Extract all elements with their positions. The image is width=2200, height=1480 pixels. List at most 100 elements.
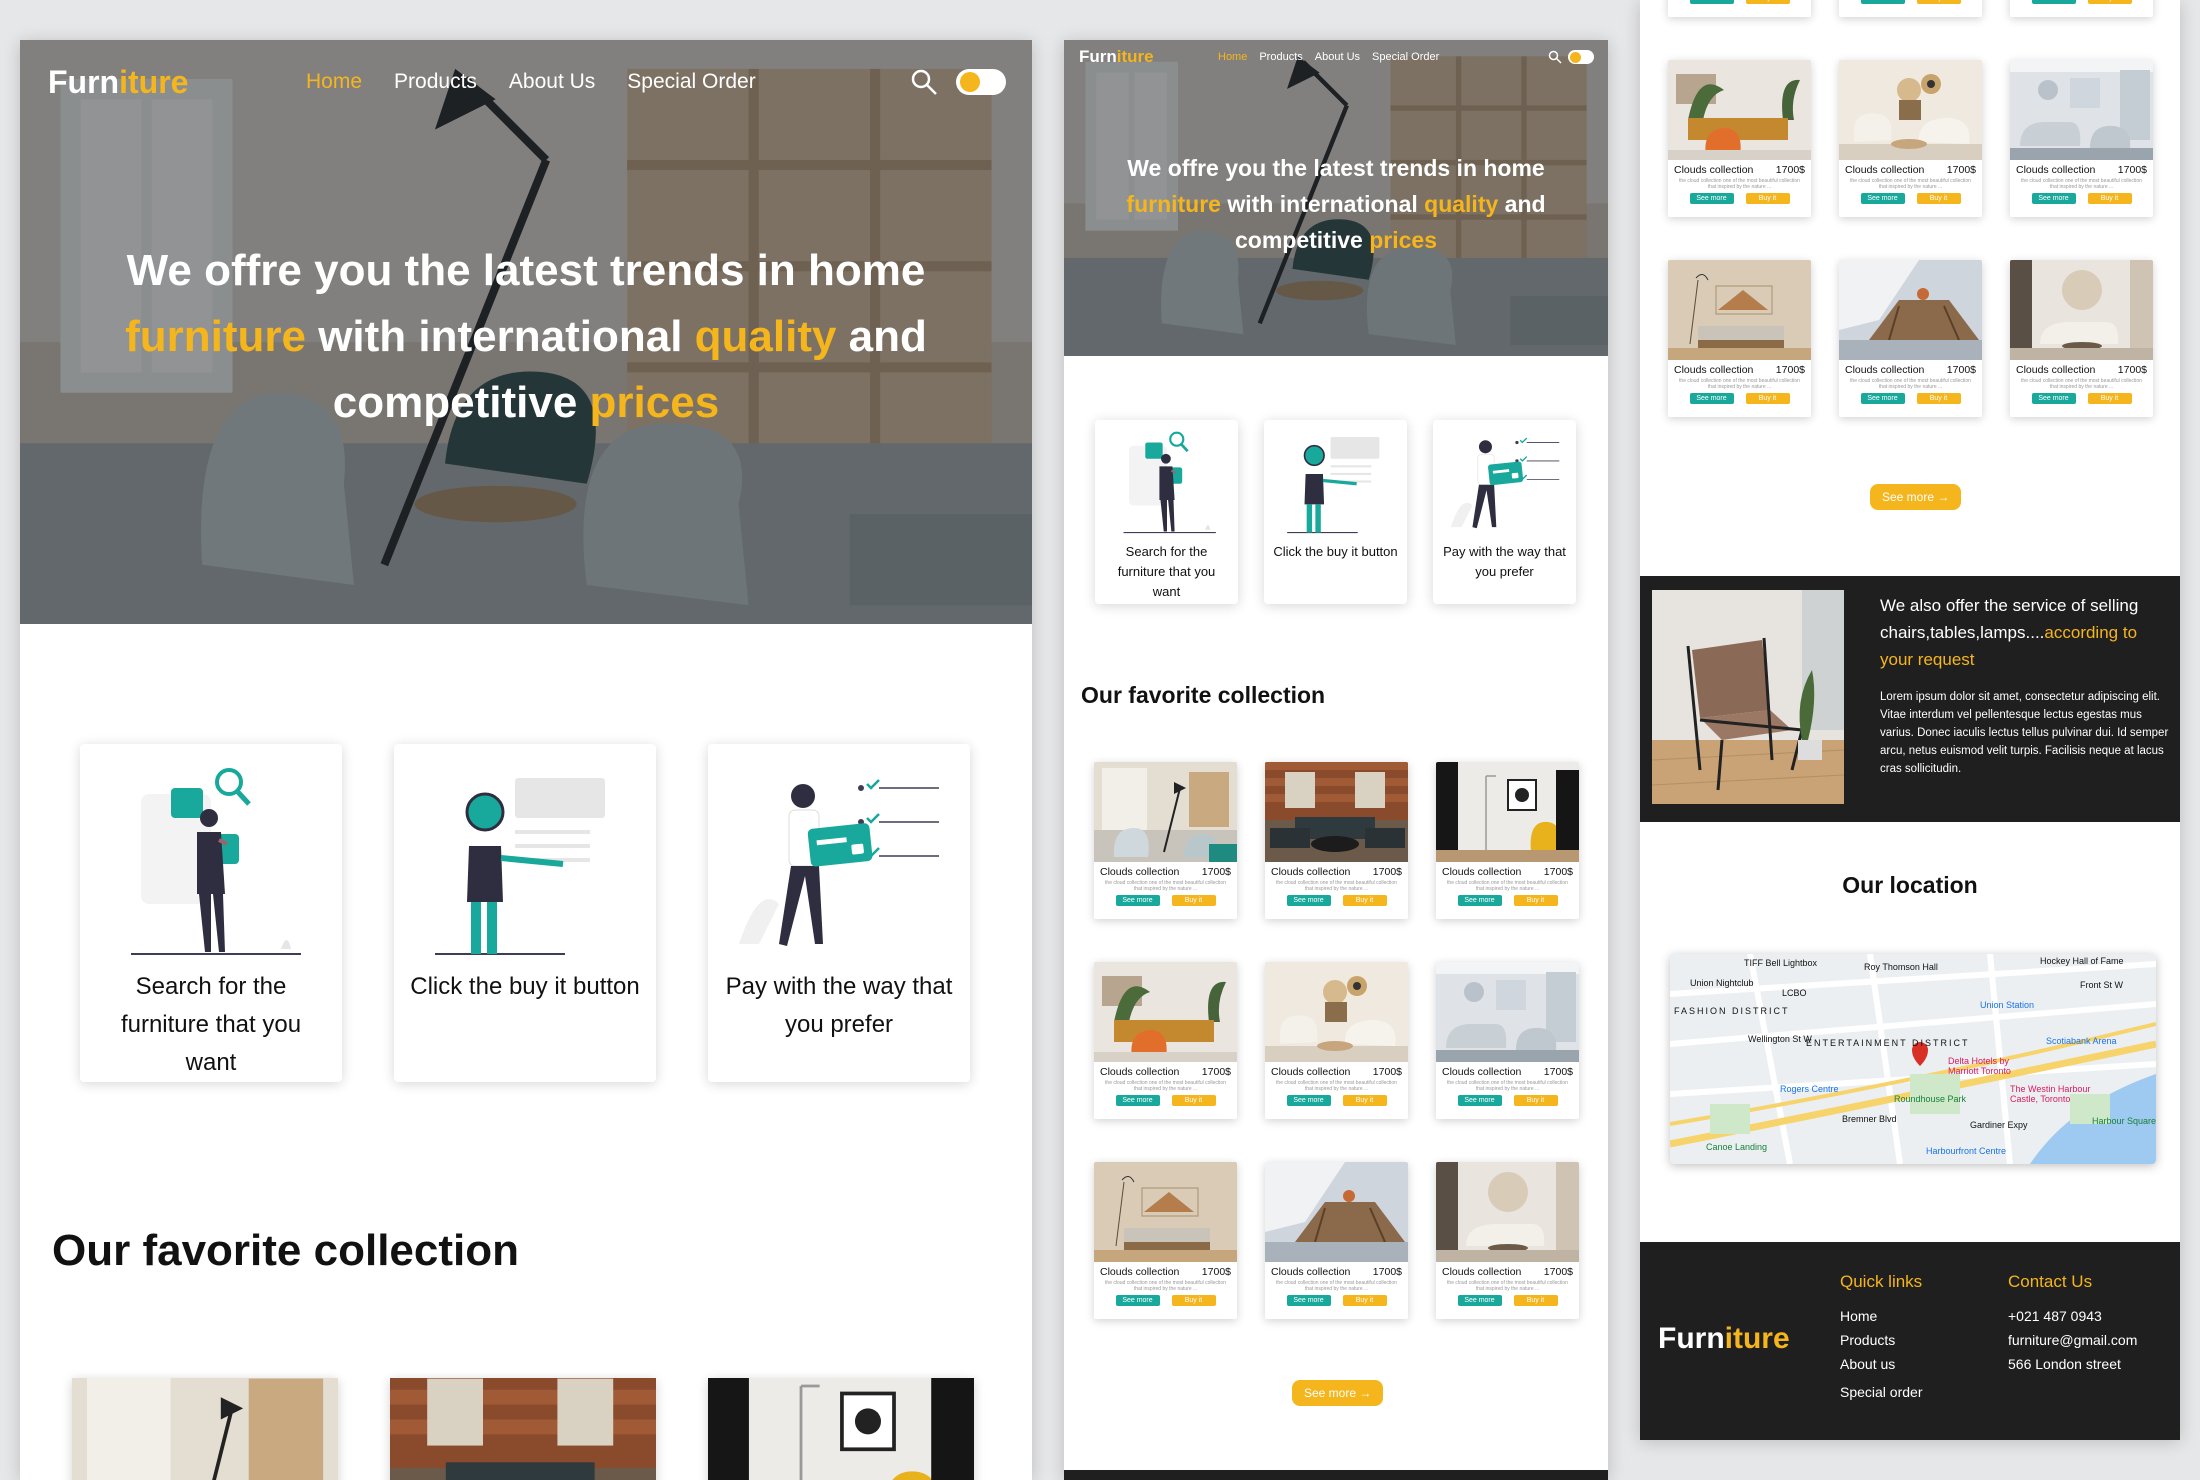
nav-home[interactable]: Home bbox=[1218, 51, 1247, 63]
see-more-button[interactable]: See more bbox=[2031, 193, 2076, 204]
product-card[interactable]: Clouds collection1700$the cloud collecti… bbox=[1094, 962, 1237, 1119]
product-image[interactable] bbox=[708, 1378, 974, 1480]
product-description: the cloud collection one of the most bea… bbox=[1105, 880, 1226, 891]
product-image[interactable] bbox=[1436, 762, 1579, 862]
theme-toggle[interactable] bbox=[1568, 50, 1594, 64]
product-image[interactable] bbox=[2010, 260, 2153, 360]
logo[interactable]: Furniture bbox=[48, 64, 188, 101]
product-card[interactable]: Clouds collection1700$the cloud collecti… bbox=[1094, 1162, 1237, 1319]
logo-text: Furn bbox=[1658, 1322, 1725, 1355]
product-image[interactable] bbox=[1839, 260, 1982, 360]
search-icon[interactable] bbox=[1548, 50, 1562, 64]
buy-it-button[interactable]: Buy it bbox=[1342, 1095, 1387, 1106]
buy-it-button[interactable]: Buy it bbox=[2087, 0, 2132, 4]
see-more-button[interactable]: See more bbox=[1286, 895, 1331, 906]
product-card[interactable]: Clouds collection1700$the cloud collecti… bbox=[1436, 962, 1579, 1119]
buy-it-button[interactable]: Buy it bbox=[1342, 895, 1387, 906]
nav-home[interactable]: Home bbox=[306, 70, 362, 94]
product-image[interactable] bbox=[1839, 60, 1982, 160]
see-more-button[interactable]: See more bbox=[1286, 1295, 1331, 1306]
buy-it-button[interactable]: Buy it bbox=[1513, 895, 1558, 906]
buy-it-button[interactable]: Buy it bbox=[1171, 1095, 1216, 1106]
product-price: 1700$ bbox=[1946, 364, 1976, 376]
buy-it-button[interactable]: Buy it bbox=[1916, 193, 1961, 204]
product-image[interactable] bbox=[1094, 962, 1237, 1062]
location-map[interactable]: TIFF Bell Lightbox Roy Thomson Hall Hock… bbox=[1670, 954, 2156, 1164]
buy-it-button[interactable]: Buy it bbox=[1171, 1295, 1216, 1306]
buy-it-button[interactable]: Buy it bbox=[1513, 1295, 1558, 1306]
see-more-button[interactable]: See more → bbox=[1870, 484, 1962, 510]
logo[interactable]: Furniture bbox=[1079, 47, 1154, 67]
see-more-button[interactable]: See more bbox=[1689, 393, 1734, 404]
product-card[interactable]: Clouds collection1700$the cloud collecti… bbox=[1094, 762, 1237, 919]
see-more-button[interactable]: See more → bbox=[1292, 1380, 1384, 1406]
product-image[interactable] bbox=[1668, 60, 1811, 160]
product-image[interactable] bbox=[72, 1378, 338, 1480]
product-image[interactable] bbox=[1094, 762, 1237, 862]
product-card[interactable]: Clouds collection1700$the cloud collecti… bbox=[1668, 260, 1811, 417]
see-more-button[interactable]: See more bbox=[1860, 0, 1905, 4]
see-more-button[interactable]: See more bbox=[1115, 1095, 1160, 1106]
product-image[interactable] bbox=[1265, 762, 1408, 862]
see-more-button[interactable]: See more bbox=[1115, 1295, 1160, 1306]
footer-link-about[interactable]: About us bbox=[1840, 1352, 1923, 1376]
see-more-button[interactable]: See more bbox=[1115, 895, 1160, 906]
nav-special-order[interactable]: Special Order bbox=[627, 70, 755, 94]
theme-toggle[interactable] bbox=[956, 69, 1006, 95]
product-card[interactable]: Clouds collection1700$the cloud collecti… bbox=[1668, 60, 1811, 217]
product-image[interactable] bbox=[1094, 1162, 1237, 1262]
product-card[interactable]: Clouds collection1700$the cloud collecti… bbox=[1265, 962, 1408, 1119]
product-card[interactable]: Clouds collection1700$the cloud collecti… bbox=[1839, 60, 1982, 217]
product-image[interactable] bbox=[1265, 962, 1408, 1062]
nav-special-order[interactable]: Special Order bbox=[1372, 51, 1439, 63]
nav-products[interactable]: Products bbox=[394, 70, 477, 94]
buy-it-button[interactable]: Buy it bbox=[2087, 393, 2132, 404]
buy-it-button[interactable]: Buy it bbox=[2087, 193, 2132, 204]
nav-about[interactable]: About Us bbox=[1315, 51, 1360, 63]
see-more-button[interactable]: See more bbox=[1457, 895, 1502, 906]
buy-it-button[interactable]: Buy it bbox=[1916, 393, 1961, 404]
product-actions: See more Buy it bbox=[1436, 1095, 1579, 1106]
buy-it-button[interactable]: Buy it bbox=[1745, 0, 1790, 4]
footer-logo[interactable]: Furniture bbox=[1658, 1322, 1790, 1356]
buy-it-button[interactable]: Buy it bbox=[1745, 393, 1790, 404]
see-more-button[interactable]: See more bbox=[2031, 0, 2076, 4]
product-image[interactable] bbox=[2010, 60, 2153, 160]
buy-it-button[interactable]: Buy it bbox=[1513, 1095, 1558, 1106]
footer-link-home[interactable]: Home bbox=[1840, 1304, 1923, 1328]
product-image[interactable] bbox=[1436, 1162, 1579, 1262]
footer-link-products[interactable]: Products bbox=[1840, 1328, 1923, 1352]
footer-link-special-order[interactable]: Special order bbox=[1840, 1380, 1923, 1404]
product-description: the cloud collection one of the most bea… bbox=[1850, 378, 1971, 389]
see-more-button[interactable]: See more bbox=[1286, 1095, 1331, 1106]
product-card[interactable]: Clouds collection1700$the cloud collecti… bbox=[2010, 0, 2153, 17]
buy-it-button[interactable]: Buy it bbox=[1745, 193, 1790, 204]
see-more-button[interactable]: See more bbox=[1689, 193, 1734, 204]
nav-products[interactable]: Products bbox=[1259, 51, 1302, 63]
product-card[interactable]: Clouds collection1700$the cloud collecti… bbox=[1436, 1162, 1579, 1319]
see-more-button[interactable]: See more bbox=[1860, 193, 1905, 204]
product-card[interactable]: Clouds collection1700$the cloud collecti… bbox=[1839, 260, 1982, 417]
product-card[interactable]: Clouds collection1700$the cloud collecti… bbox=[2010, 60, 2153, 217]
product-card[interactable]: Clouds collection1700$the cloud collecti… bbox=[1265, 1162, 1408, 1319]
see-more-button[interactable]: See more bbox=[2031, 393, 2076, 404]
see-more-button[interactable]: See more bbox=[1689, 0, 1734, 4]
buy-it-button[interactable]: Buy it bbox=[1171, 895, 1216, 906]
product-card[interactable]: Clouds collection1700$the cloud collecti… bbox=[1668, 0, 1811, 17]
product-header: Clouds collection 1700$ bbox=[1094, 1062, 1237, 1078]
see-more-button[interactable]: See more bbox=[1457, 1295, 1502, 1306]
nav-about[interactable]: About Us bbox=[509, 70, 595, 94]
product-card[interactable]: Clouds collection1700$the cloud collecti… bbox=[1265, 762, 1408, 919]
product-image[interactable] bbox=[1668, 260, 1811, 360]
product-image[interactable] bbox=[390, 1378, 656, 1480]
product-card[interactable]: Clouds collection1700$the cloud collecti… bbox=[1436, 762, 1579, 919]
product-image[interactable] bbox=[1436, 962, 1579, 1062]
see-more-button[interactable]: See more bbox=[1457, 1095, 1502, 1106]
see-more-button[interactable]: See more bbox=[1860, 393, 1905, 404]
product-card[interactable]: Clouds collection1700$the cloud collecti… bbox=[2010, 260, 2153, 417]
buy-it-button[interactable]: Buy it bbox=[1342, 1295, 1387, 1306]
search-icon[interactable] bbox=[910, 68, 938, 96]
buy-it-button[interactable]: Buy it bbox=[1916, 0, 1961, 4]
product-card[interactable]: Clouds collection1700$the cloud collecti… bbox=[1839, 0, 1982, 17]
product-image[interactable] bbox=[1265, 1162, 1408, 1262]
